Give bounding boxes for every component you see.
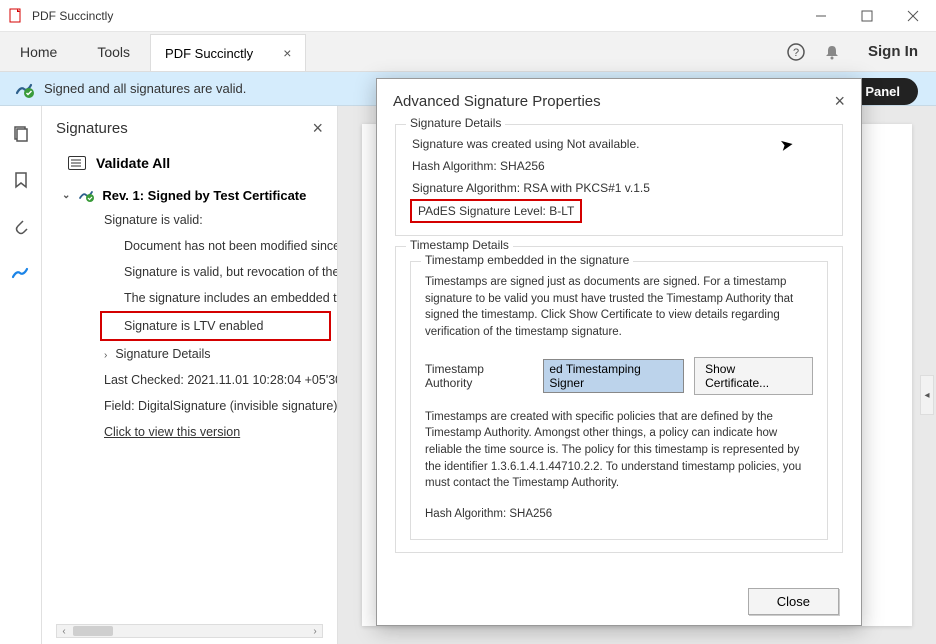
revision-sig-valid-icon [78, 187, 94, 203]
chevron-down-icon: ⌄ [62, 190, 70, 201]
dialog-title: Advanced Signature Properties [393, 93, 834, 110]
validate-all-button[interactable]: Validate All [42, 149, 337, 183]
active-document-tab[interactable]: PDF Succinctly × [150, 34, 306, 71]
last-checked-line: Last Checked: 2021.11.01 10:28:04 +05'30… [100, 367, 337, 393]
signatures-panel: Signatures × Validate All ⌄ Rev. 1: Sign… [42, 106, 338, 644]
close-panel-icon[interactable]: × [312, 118, 323, 139]
sig-ltv-line: Signature is LTV enabled [100, 311, 331, 341]
window-controls [798, 0, 936, 32]
scroll-right-icon[interactable]: › [308, 626, 322, 637]
signatures-panel-title: Signatures [56, 120, 312, 137]
bell-icon[interactable] [814, 32, 850, 71]
tab-home[interactable]: Home [0, 32, 77, 71]
signature-details-group-title: Signature Details [406, 116, 505, 130]
signature-details-group: Signature Details Signature was created … [395, 124, 843, 236]
active-tab-label: PDF Succinctly [165, 46, 253, 61]
signature-status-text: Signed and all signatures are valid. [44, 81, 246, 96]
revision-label: Rev. 1: Signed by Test Certificate [102, 188, 306, 203]
dialog-footer: Close [377, 578, 861, 625]
main-toolbar: Home Tools PDF Succinctly × ? Sign In [0, 32, 936, 72]
scroll-thumb[interactable] [73, 626, 113, 636]
right-pane-toggle[interactable]: ◂ [920, 375, 934, 415]
left-rail [0, 106, 42, 644]
window-title: PDF Succinctly [32, 9, 798, 23]
show-certificate-button[interactable]: Show Certificate... [694, 357, 813, 395]
help-icon[interactable]: ? [778, 32, 814, 71]
sig-valid-line: Signature is valid: [100, 207, 337, 233]
attachment-icon[interactable] [11, 216, 31, 236]
advanced-signature-dialog: Advanced Signature Properties × ➤ Signat… [376, 78, 862, 626]
svg-text:?: ? [793, 47, 799, 59]
scroll-left-icon[interactable]: ‹ [57, 626, 71, 637]
timestamp-authority-value: ed Timestamping Signer [543, 359, 684, 393]
sig-not-modified-line: Document has not been modified since thi [100, 233, 337, 259]
sig-revocation-line: Signature is valid, but revocation of th… [100, 259, 337, 285]
timestamp-hash-row: Hash Algorithm: SHA256 [425, 504, 813, 525]
timestamp-para-2: Timestamps are created with specific pol… [425, 407, 813, 494]
timestamp-authority-label: Timestamp Authority [425, 362, 533, 390]
click-view-version-link[interactable]: Click to view this version [100, 419, 337, 445]
revision-row[interactable]: ⌄ Rev. 1: Signed by Test Certificate [42, 183, 337, 207]
close-tab-icon[interactable]: × [283, 45, 291, 61]
signature-details-toggle[interactable]: ›Signature Details [100, 341, 337, 367]
timestamp-details-group: Timestamp Details Timestamp embedded in … [395, 246, 843, 553]
signature-valid-icon [14, 79, 34, 99]
sig-algo-row: Signature Algorithm: RSA with PKCS#1 v.1… [410, 177, 828, 199]
minimize-button[interactable] [798, 0, 844, 32]
signature-details-block: Signature is valid: Document has not bee… [42, 207, 337, 445]
timestamp-para-1: Timestamps are signed just as documents … [425, 272, 813, 343]
bookmark-icon[interactable] [11, 170, 31, 190]
panel-horizontal-scrollbar[interactable]: ‹ › [56, 624, 323, 638]
timestamp-embedded-title: Timestamp embedded in the signature [421, 253, 633, 267]
pages-icon[interactable] [11, 124, 31, 144]
sig-created-row: Signature was created using Not availabl… [410, 133, 828, 155]
dialog-close-button[interactable]: Close [748, 588, 839, 615]
timestamp-authority-row: Timestamp Authority ed Timestamping Sign… [425, 357, 813, 395]
tab-tools[interactable]: Tools [77, 32, 150, 71]
pades-level-row: PAdES Signature Level: B-LT [410, 199, 582, 223]
sign-in-button[interactable]: Sign In [850, 32, 936, 71]
sig-embedded-ts-line: The signature includes an embedded times [100, 285, 337, 311]
signature-rail-icon[interactable] [11, 262, 31, 282]
field-line: Field: DigitalSignature (invisible signa… [100, 393, 337, 419]
chevron-right-icon: › [104, 350, 107, 361]
dialog-close-icon[interactable]: × [834, 91, 845, 112]
close-window-button[interactable] [890, 0, 936, 32]
validate-icon [68, 156, 86, 170]
titlebar: PDF Succinctly [0, 0, 936, 32]
pdf-app-icon [8, 8, 24, 24]
hash-algo-row: Hash Algorithm: SHA256 [410, 155, 828, 177]
timestamp-embedded-group: Timestamp embedded in the signature Time… [410, 261, 828, 540]
timestamp-details-title: Timestamp Details [406, 238, 513, 252]
maximize-button[interactable] [844, 0, 890, 32]
